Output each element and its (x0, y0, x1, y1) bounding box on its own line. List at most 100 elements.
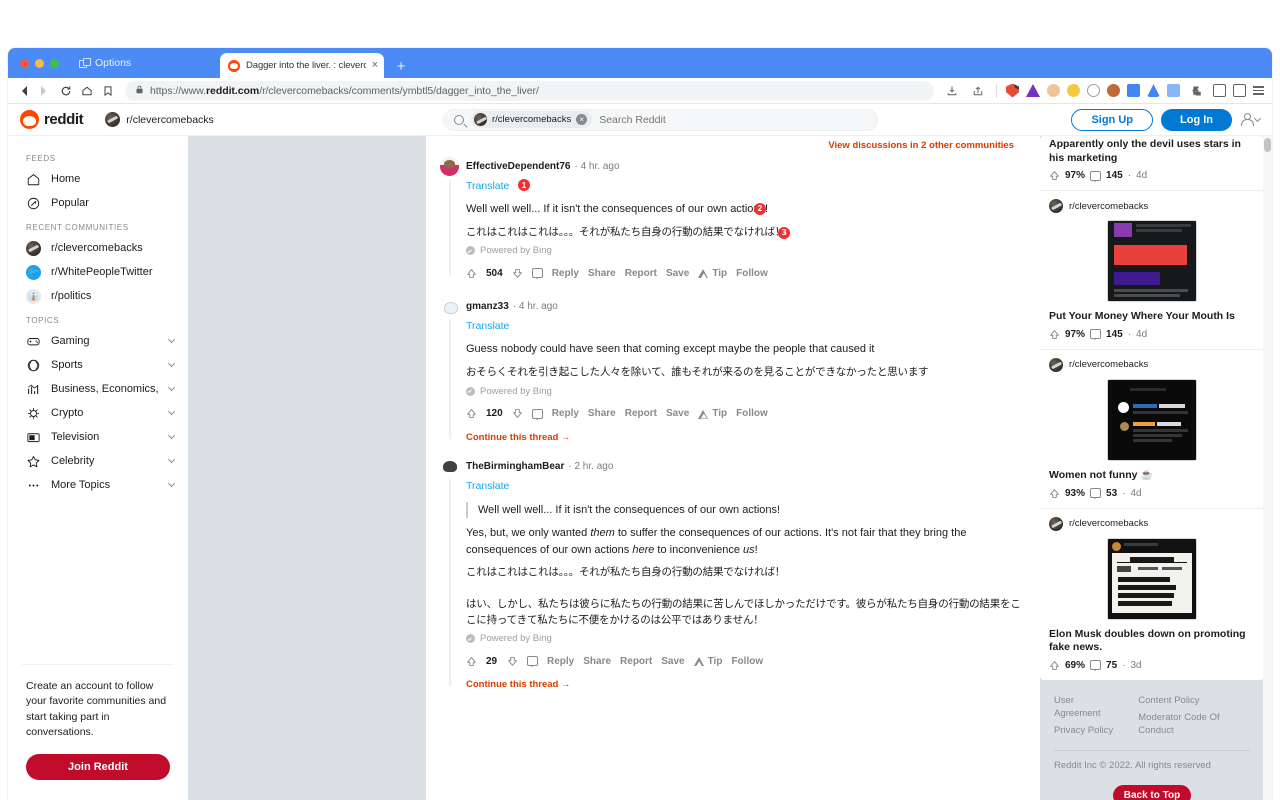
save-button[interactable]: Save (666, 268, 689, 279)
chevron-down-icon[interactable] (167, 359, 176, 368)
tip-icon[interactable] (693, 656, 705, 667)
sidebar-item-popular[interactable]: Popular (8, 191, 188, 215)
sidebar-panel-icon[interactable] (1213, 84, 1226, 97)
translate-link[interactable]: Translate (466, 320, 509, 332)
search-bar[interactable]: r/clevercomebacks × (443, 108, 878, 131)
post-thumbnail[interactable] (1107, 378, 1197, 461)
puzzle-extensions-icon[interactable] (1187, 81, 1206, 100)
join-reddit-button[interactable]: Join Reddit (26, 754, 170, 780)
avatar[interactable] (440, 157, 459, 176)
new-tab-button[interactable]: + (393, 59, 409, 74)
related-post-title[interactable]: Put Your Money Where Your Mouth Is (1049, 310, 1255, 324)
comment-bubble-icon[interactable] (1090, 170, 1102, 182)
wallet-icon[interactable] (1233, 84, 1246, 97)
share-button[interactable]: Share (588, 268, 616, 279)
sidebar-item-clevercomebacks[interactable]: r/clevercomebacks (8, 236, 188, 260)
view-discussions-link[interactable]: View discussions in 2 other communities (440, 136, 1026, 151)
reload-button[interactable] (56, 81, 75, 100)
related-post-subreddit[interactable]: r/clevercomebacks (1049, 199, 1255, 214)
content-policy-link[interactable]: Content Policy (1138, 694, 1250, 707)
tip-button[interactable]: Tip (712, 408, 727, 419)
comment-bubble-icon[interactable] (527, 656, 538, 668)
translate-extension-icon[interactable] (1127, 84, 1140, 97)
upvote-button[interactable] (466, 656, 477, 667)
tabs-extension-icon[interactable] (1167, 84, 1180, 97)
current-subreddit[interactable]: r/clevercomebacks (105, 112, 214, 127)
upvote-icon[interactable] (1049, 660, 1060, 671)
chevron-down-icon[interactable] (167, 383, 176, 392)
comment-bubble-icon[interactable] (1090, 329, 1102, 341)
related-post-title[interactable]: Elon Musk doubles down on promoting fake… (1049, 628, 1255, 655)
privacy-policy-link[interactable]: Privacy Policy (1054, 724, 1118, 737)
related-post-title[interactable]: Apparently only the devil uses stars in … (1049, 138, 1255, 165)
report-button[interactable]: Report (620, 656, 652, 667)
user-menu-button[interactable] (1240, 113, 1262, 126)
chevron-down-icon[interactable] (167, 431, 176, 440)
related-post-subreddit[interactable]: r/clevercomebacks (1049, 516, 1255, 531)
brave-shields-icon[interactable]: 3 (1006, 83, 1019, 98)
thread-collapse-rail[interactable] (449, 478, 451, 687)
follow-button[interactable]: Follow (731, 656, 763, 667)
user-agreement-link[interactable]: User Agreement (1054, 694, 1118, 721)
tip-button[interactable]: Tip (708, 656, 723, 667)
comment-author[interactable]: EffectiveDependent76 (466, 161, 570, 172)
save-button[interactable]: Save (666, 408, 689, 419)
post-thumbnail[interactable] (1107, 220, 1197, 303)
sidebar-item-home[interactable]: Home (8, 167, 188, 191)
maximize-window-button[interactable] (50, 58, 59, 68)
share-icon[interactable] (968, 81, 987, 100)
reply-button[interactable]: Reply (552, 408, 579, 419)
sidebar-item-sports[interactable]: Sports (8, 353, 188, 377)
comment-author[interactable]: TheBirminghamBear (466, 461, 564, 472)
translate-link[interactable]: Translate (466, 480, 509, 492)
avatar[interactable] (440, 297, 459, 317)
comment-bubble-icon[interactable] (531, 408, 543, 420)
sidebar-item-gaming[interactable]: Gaming (8, 329, 188, 353)
report-button[interactable]: Report (625, 408, 657, 419)
reddit-logo[interactable]: reddit (20, 110, 84, 129)
chevron-down-icon[interactable] (167, 335, 176, 344)
moderator-code-link[interactable]: Moderator Code Of Conduct (1138, 711, 1250, 738)
upvote-button[interactable] (466, 408, 477, 419)
avatar[interactable] (440, 456, 459, 476)
browser-menu-icon[interactable] (1253, 86, 1264, 95)
drive-extension-icon[interactable] (1147, 84, 1160, 97)
tip-icon[interactable] (698, 268, 709, 279)
translate-link[interactable]: Translate (466, 180, 509, 192)
post-thumbnail[interactable] (1107, 537, 1197, 620)
avatar-extension-icon[interactable] (1047, 84, 1060, 97)
share-button[interactable]: Share (583, 656, 611, 667)
minimize-window-button[interactable] (35, 58, 44, 68)
search-input[interactable] (599, 113, 867, 126)
sidebar-item-television[interactable]: Television (8, 425, 188, 449)
star-extension-icon[interactable] (1067, 84, 1080, 97)
reply-button[interactable]: Reply (552, 268, 579, 279)
upvote-button[interactable] (466, 268, 477, 279)
sidebar-item-more-topics[interactable]: More Topics (8, 473, 188, 497)
forward-button[interactable] (35, 81, 54, 100)
downvote-button[interactable] (512, 408, 523, 419)
bookmark-button[interactable] (98, 81, 117, 100)
share-button[interactable]: Share (588, 408, 616, 419)
close-window-button[interactable] (20, 58, 29, 68)
thread-collapse-rail[interactable] (449, 179, 451, 278)
related-post-subreddit[interactable]: r/clevercomebacks (1049, 357, 1255, 372)
comment-bubble-icon[interactable] (531, 268, 543, 280)
chevron-down-icon[interactable] (167, 479, 176, 488)
comment-author[interactable]: gmanz33 (466, 301, 509, 312)
upvote-icon[interactable] (1049, 170, 1060, 181)
sidebar-item-business[interactable]: Business, Economics, a... (8, 377, 188, 401)
thread-collapse-rail[interactable] (449, 319, 451, 439)
reply-button[interactable]: Reply (547, 656, 574, 667)
save-button[interactable]: Save (661, 656, 684, 667)
sidebar-item-celebrity[interactable]: Celebrity (8, 449, 188, 473)
warning-triangle-icon[interactable] (1026, 84, 1040, 97)
report-button[interactable]: Report (625, 268, 657, 279)
follow-button[interactable]: Follow (736, 268, 768, 279)
log-in-button[interactable]: Log In (1161, 108, 1232, 131)
browser-tab-active[interactable]: Dagger into the liver. : clevercor × (220, 53, 384, 78)
related-post-title[interactable]: Women not funny ☕ (1049, 469, 1255, 483)
sidebar-item-politics[interactable]: r/politics (8, 284, 188, 308)
chevron-down-icon[interactable] (167, 407, 176, 416)
follow-button[interactable]: Follow (736, 408, 768, 419)
